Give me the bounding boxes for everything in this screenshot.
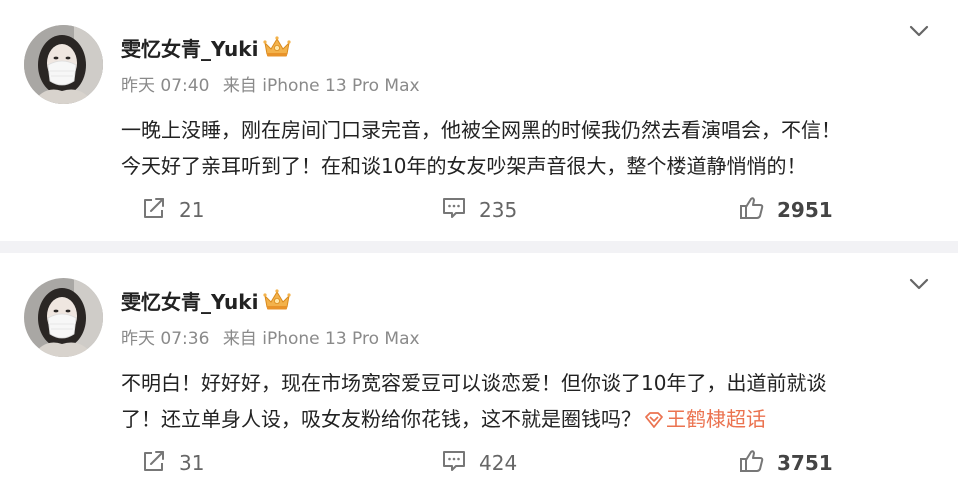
username[interactable]: 雯忆女青_Yuki (121, 286, 258, 315)
chevron-down-icon[interactable] (905, 273, 933, 295)
comment-button[interactable]: 235 (441, 192, 517, 228)
post-content: 不明白！好好好，现在市场宽容爱豆可以谈恋爱！但你谈了10年了，出道前就谈 了！还… (121, 365, 931, 440)
post-time[interactable]: 昨天 07:36 (121, 329, 209, 349)
comment-button[interactable]: 424 (441, 445, 517, 481)
weibo-feed: 雯忆女青_Yuki 昨天 07:40 来自 iPhone 13 Pro Max (0, 0, 958, 490)
post-source: 来自 iPhone 13 Pro Max (222, 76, 420, 96)
share-count: 31 (179, 451, 205, 475)
post-text-line: 了！还立单身人设，吸女友粉给你花钱，这不就是圈钱吗？ (121, 407, 641, 431)
post-text-line: 今天好了亲耳听到了！在和谈10年的女友吵架声音很大，整个楼道静悄悄的！ (121, 154, 807, 178)
post-text-line: 不明白！好好好，现在市场宽容爱豆可以谈恋爱！但你谈了10年了，出道前就谈 (121, 371, 827, 395)
chevron-down-icon[interactable] (905, 20, 933, 42)
user-avatar[interactable] (24, 278, 103, 357)
author-row: 雯忆女青_Yuki (121, 285, 292, 315)
post-content: 一晚上没睡，刚在房间门口录完音，他被全网黑的时候我仍然去看演唱会，不信！ 今天好… (121, 112, 931, 184)
user-avatar[interactable] (24, 25, 103, 104)
post-meta: 昨天 07:40 来自 iPhone 13 Pro Max (121, 71, 420, 96)
post-text-line: 一晚上没睡，刚在房间门口录完音，他被全网黑的时候我仍然去看演唱会，不信！ (121, 118, 841, 142)
like-button[interactable]: 3751 (739, 445, 833, 481)
post-text-line-with-topic: 了！还立单身人设，吸女友粉给你花钱，这不就是圈钱吗？ 王鹤棣超话 (121, 401, 931, 440)
post-actions: 21 235 2951 (0, 192, 958, 228)
post-card: 雯忆女青_Yuki 昨天 07:36 来自 iPhone 13 Pro Max (0, 253, 958, 490)
comment-count: 424 (479, 451, 518, 475)
thumbs-up-icon (739, 195, 765, 226)
share-icon (141, 449, 167, 478)
author-row: 雯忆女青_Yuki (121, 32, 292, 62)
thumbs-up-icon (739, 448, 765, 479)
post-actions: 31 424 3751 (0, 445, 958, 481)
post-source: 来自 iPhone 13 Pro Max (222, 329, 420, 349)
post-card: 雯忆女青_Yuki 昨天 07:40 来自 iPhone 13 Pro Max (0, 0, 958, 241)
like-button[interactable]: 2951 (739, 192, 833, 228)
comment-icon (441, 196, 467, 225)
share-button[interactable]: 21 (141, 192, 204, 228)
topic-link[interactable]: 王鹤棣超话 (641, 407, 766, 431)
comment-icon (441, 449, 467, 478)
like-count: 3751 (777, 451, 833, 475)
username[interactable]: 雯忆女青_Yuki (121, 33, 258, 62)
vip-crown-icon[interactable] (262, 288, 292, 312)
share-button[interactable]: 31 (141, 445, 204, 481)
diamond-icon (644, 404, 664, 440)
share-icon (141, 196, 167, 225)
comment-count: 235 (479, 198, 518, 222)
post-time[interactable]: 昨天 07:40 (121, 76, 209, 96)
topic-label: 王鹤棣超话 (666, 407, 766, 431)
post-meta: 昨天 07:36 来自 iPhone 13 Pro Max (121, 324, 420, 349)
like-count: 2951 (777, 198, 833, 222)
vip-crown-icon[interactable] (262, 35, 292, 59)
share-count: 21 (179, 198, 205, 222)
